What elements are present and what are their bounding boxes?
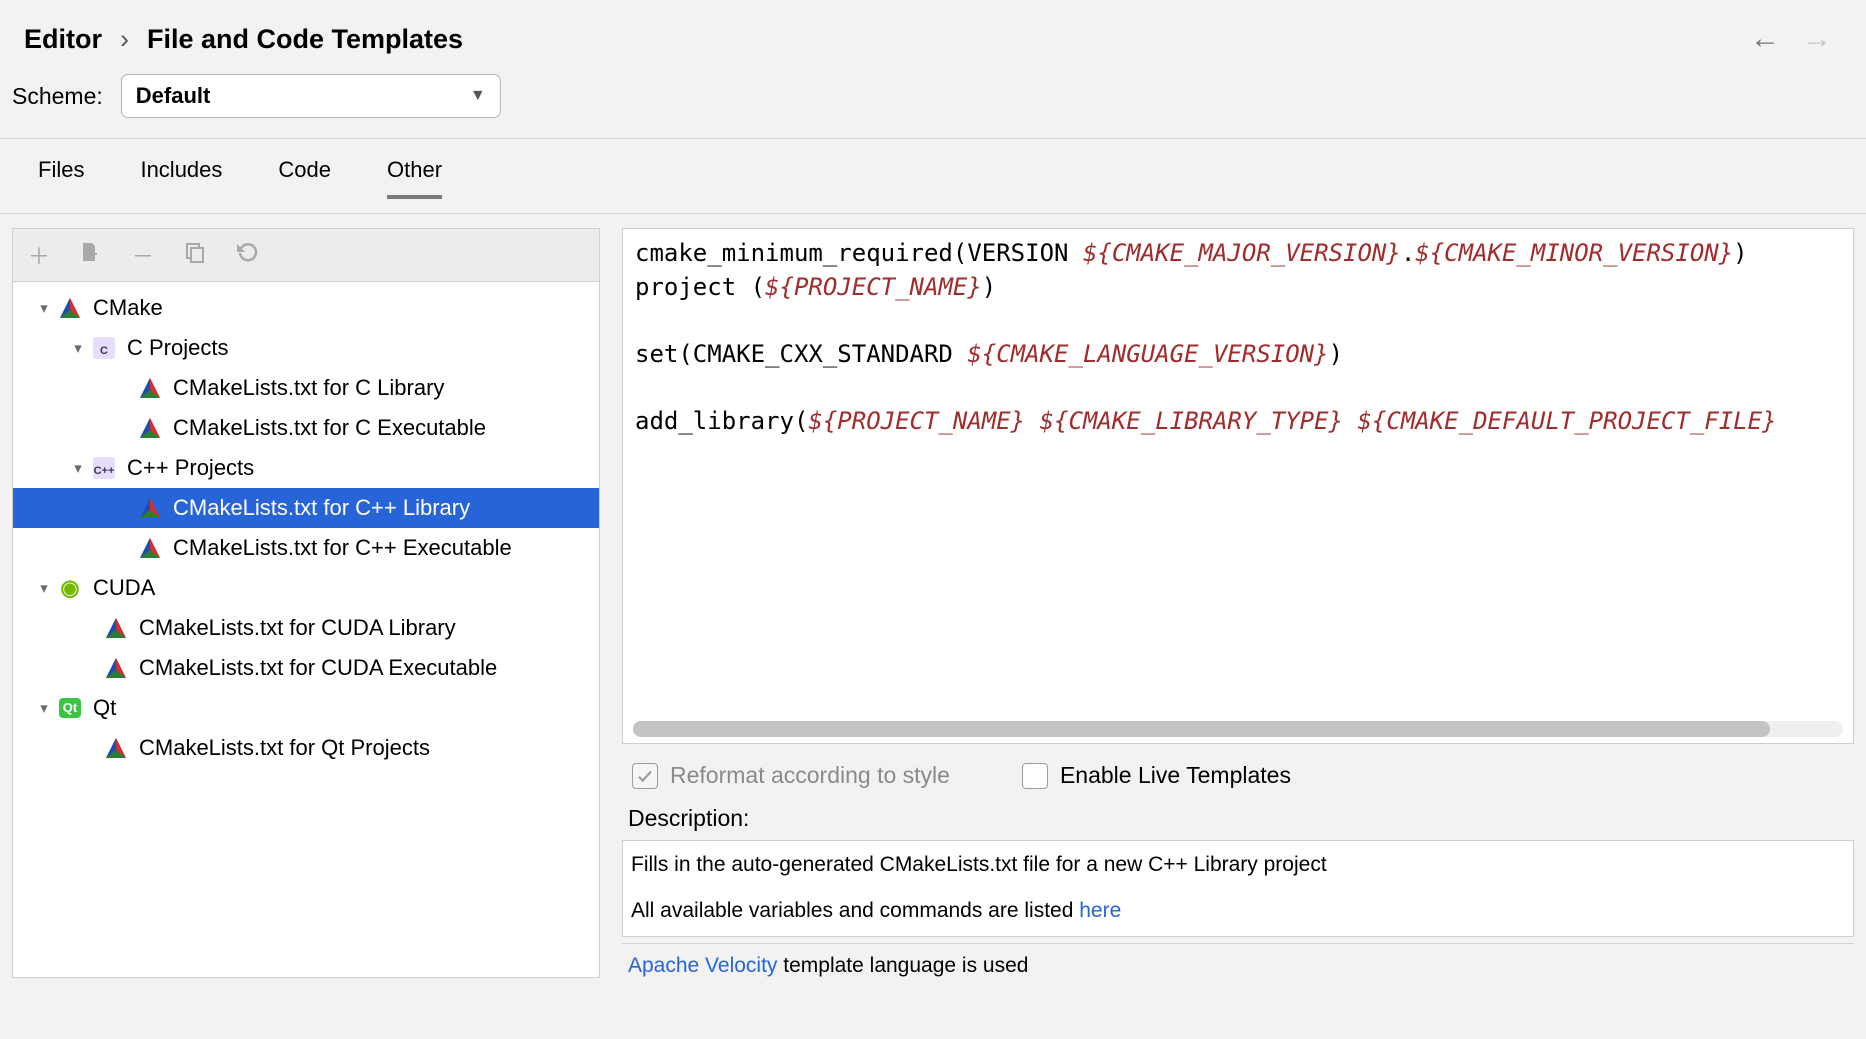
disclosure-icon[interactable]: ▾ [35, 579, 53, 597]
description-line2: All available variables and commands are… [631, 897, 1845, 925]
tab-includes[interactable]: Includes [140, 157, 222, 199]
cmake-icon [103, 615, 129, 641]
cmake-icon [103, 735, 129, 761]
tree-node-cmake[interactable]: ▾ CMake [13, 288, 599, 328]
scheme-row: Scheme: Default ▼ [0, 66, 1866, 138]
here-link[interactable]: here [1079, 899, 1121, 922]
revert-icon[interactable] [235, 240, 259, 270]
scheme-value: Default [136, 83, 211, 109]
breadcrumb-current: File and Code Templates [147, 24, 463, 55]
tree-toolbar: ＋ － [12, 228, 600, 282]
template-editor[interactable]: cmake_minimum_required(VERSION ${CMAKE_M… [622, 228, 1854, 744]
back-arrow-icon[interactable]: ← [1750, 22, 1780, 56]
checkbox-icon [1022, 763, 1048, 789]
checkbox-icon [632, 763, 658, 789]
header-bar: Editor › File and Code Templates ← → [0, 0, 1866, 66]
disclosure-icon[interactable]: ▾ [35, 699, 53, 717]
description-box: Fills in the auto-generated CMakeLists.t… [622, 840, 1854, 937]
breadcrumb-editor[interactable]: Editor [24, 24, 102, 55]
tree-node-c-projects[interactable]: ▾ C C Projects [13, 328, 599, 368]
tab-other[interactable]: Other [387, 157, 442, 199]
tree-leaf-cuda-library[interactable]: CMakeLists.txt for CUDA Library [13, 608, 599, 648]
tree-label: CMakeLists.txt for C++ Library [173, 495, 470, 521]
horizontal-scrollbar[interactable] [633, 721, 1843, 737]
tree-label: CMakeLists.txt for Qt Projects [139, 735, 430, 761]
tree-panel: ＋ － ▾ CMake ▾ C [12, 228, 600, 978]
live-templates-checkbox[interactable]: Enable Live Templates [1022, 762, 1291, 789]
disclosure-icon[interactable]: ▾ [69, 339, 87, 357]
apache-velocity-link[interactable]: Apache Velocity [628, 954, 777, 977]
reformat-label: Reformat according to style [670, 762, 950, 789]
options-row: Reformat according to style Enable Live … [622, 744, 1854, 799]
tree-leaf-qt-projects[interactable]: CMakeLists.txt for Qt Projects [13, 728, 599, 768]
qt-icon: Qt [57, 695, 83, 721]
live-templates-label: Enable Live Templates [1060, 762, 1291, 789]
tree-leaf-c-library[interactable]: CMakeLists.txt for C Library [13, 368, 599, 408]
tree-label: CMakeLists.txt for CUDA Library [139, 615, 456, 641]
remove-icon[interactable]: － [131, 239, 155, 271]
reformat-checkbox: Reformat according to style [632, 762, 950, 789]
description-line1: Fills in the auto-generated CMakeLists.t… [631, 851, 1845, 879]
tree-label: CMake [93, 295, 163, 321]
tree-label: CMakeLists.txt for CUDA Executable [139, 655, 497, 681]
add-from-icon[interactable] [79, 240, 103, 270]
cmake-icon [57, 295, 83, 321]
scheme-select[interactable]: Default ▼ [121, 74, 501, 118]
cmake-icon [137, 415, 163, 441]
cpp-badge-icon: C++ [91, 455, 117, 481]
tree-node-cpp-projects[interactable]: ▾ C++ C++ Projects [13, 448, 599, 488]
divider [622, 943, 1854, 944]
tree-node-qt[interactable]: ▾ Qt Qt [13, 688, 599, 728]
nav-arrows: ← → [1750, 22, 1832, 56]
breadcrumb: Editor › File and Code Templates [24, 24, 463, 55]
right-panel: cmake_minimum_required(VERSION ${CMAKE_M… [622, 228, 1854, 978]
chevron-down-icon: ▼ [470, 87, 486, 105]
copy-icon[interactable] [183, 240, 207, 270]
cmake-icon [103, 655, 129, 681]
tree-label: CMakeLists.txt for C Library [173, 375, 444, 401]
tab-bar: Files Includes Code Other [0, 139, 1866, 199]
tree-label: CMakeLists.txt for C++ Executable [173, 535, 512, 561]
tree-label: C Projects [127, 335, 228, 361]
tree-label: C++ Projects [127, 455, 254, 481]
breadcrumb-separator: › [120, 24, 129, 55]
scheme-label: Scheme: [12, 83, 103, 110]
scrollbar-thumb[interactable] [633, 721, 1770, 737]
main-split: ＋ － ▾ CMake ▾ C [0, 228, 1866, 978]
description-label: Description: [622, 799, 1854, 840]
tree-node-cuda[interactable]: ▾ ◉ CUDA [13, 568, 599, 608]
tree-label: CMakeLists.txt for C Executable [173, 415, 486, 441]
nvidia-icon: ◉ [57, 575, 83, 601]
tree-leaf-cpp-library[interactable]: CMakeLists.txt for C++ Library [13, 488, 599, 528]
footer-note: Apache Velocity template language is use… [622, 954, 1854, 978]
tree-leaf-cpp-executable[interactable]: CMakeLists.txt for C++ Executable [13, 528, 599, 568]
tree-label: Qt [93, 695, 116, 721]
cmake-icon [137, 495, 163, 521]
disclosure-icon[interactable]: ▾ [69, 459, 87, 477]
tree-label: CUDA [93, 575, 155, 601]
tab-code[interactable]: Code [278, 157, 331, 199]
cmake-icon [137, 535, 163, 561]
cmake-icon [137, 375, 163, 401]
tree-leaf-c-executable[interactable]: CMakeLists.txt for C Executable [13, 408, 599, 448]
disclosure-icon[interactable]: ▾ [35, 299, 53, 317]
template-tree[interactable]: ▾ CMake ▾ C C Projects CMakeLists.txt fo… [12, 282, 600, 978]
c-badge-icon: C [91, 335, 117, 361]
tree-leaf-cuda-executable[interactable]: CMakeLists.txt for CUDA Executable [13, 648, 599, 688]
add-icon[interactable]: ＋ [27, 239, 51, 271]
forward-arrow-icon: → [1802, 22, 1832, 56]
tab-files[interactable]: Files [38, 157, 84, 199]
